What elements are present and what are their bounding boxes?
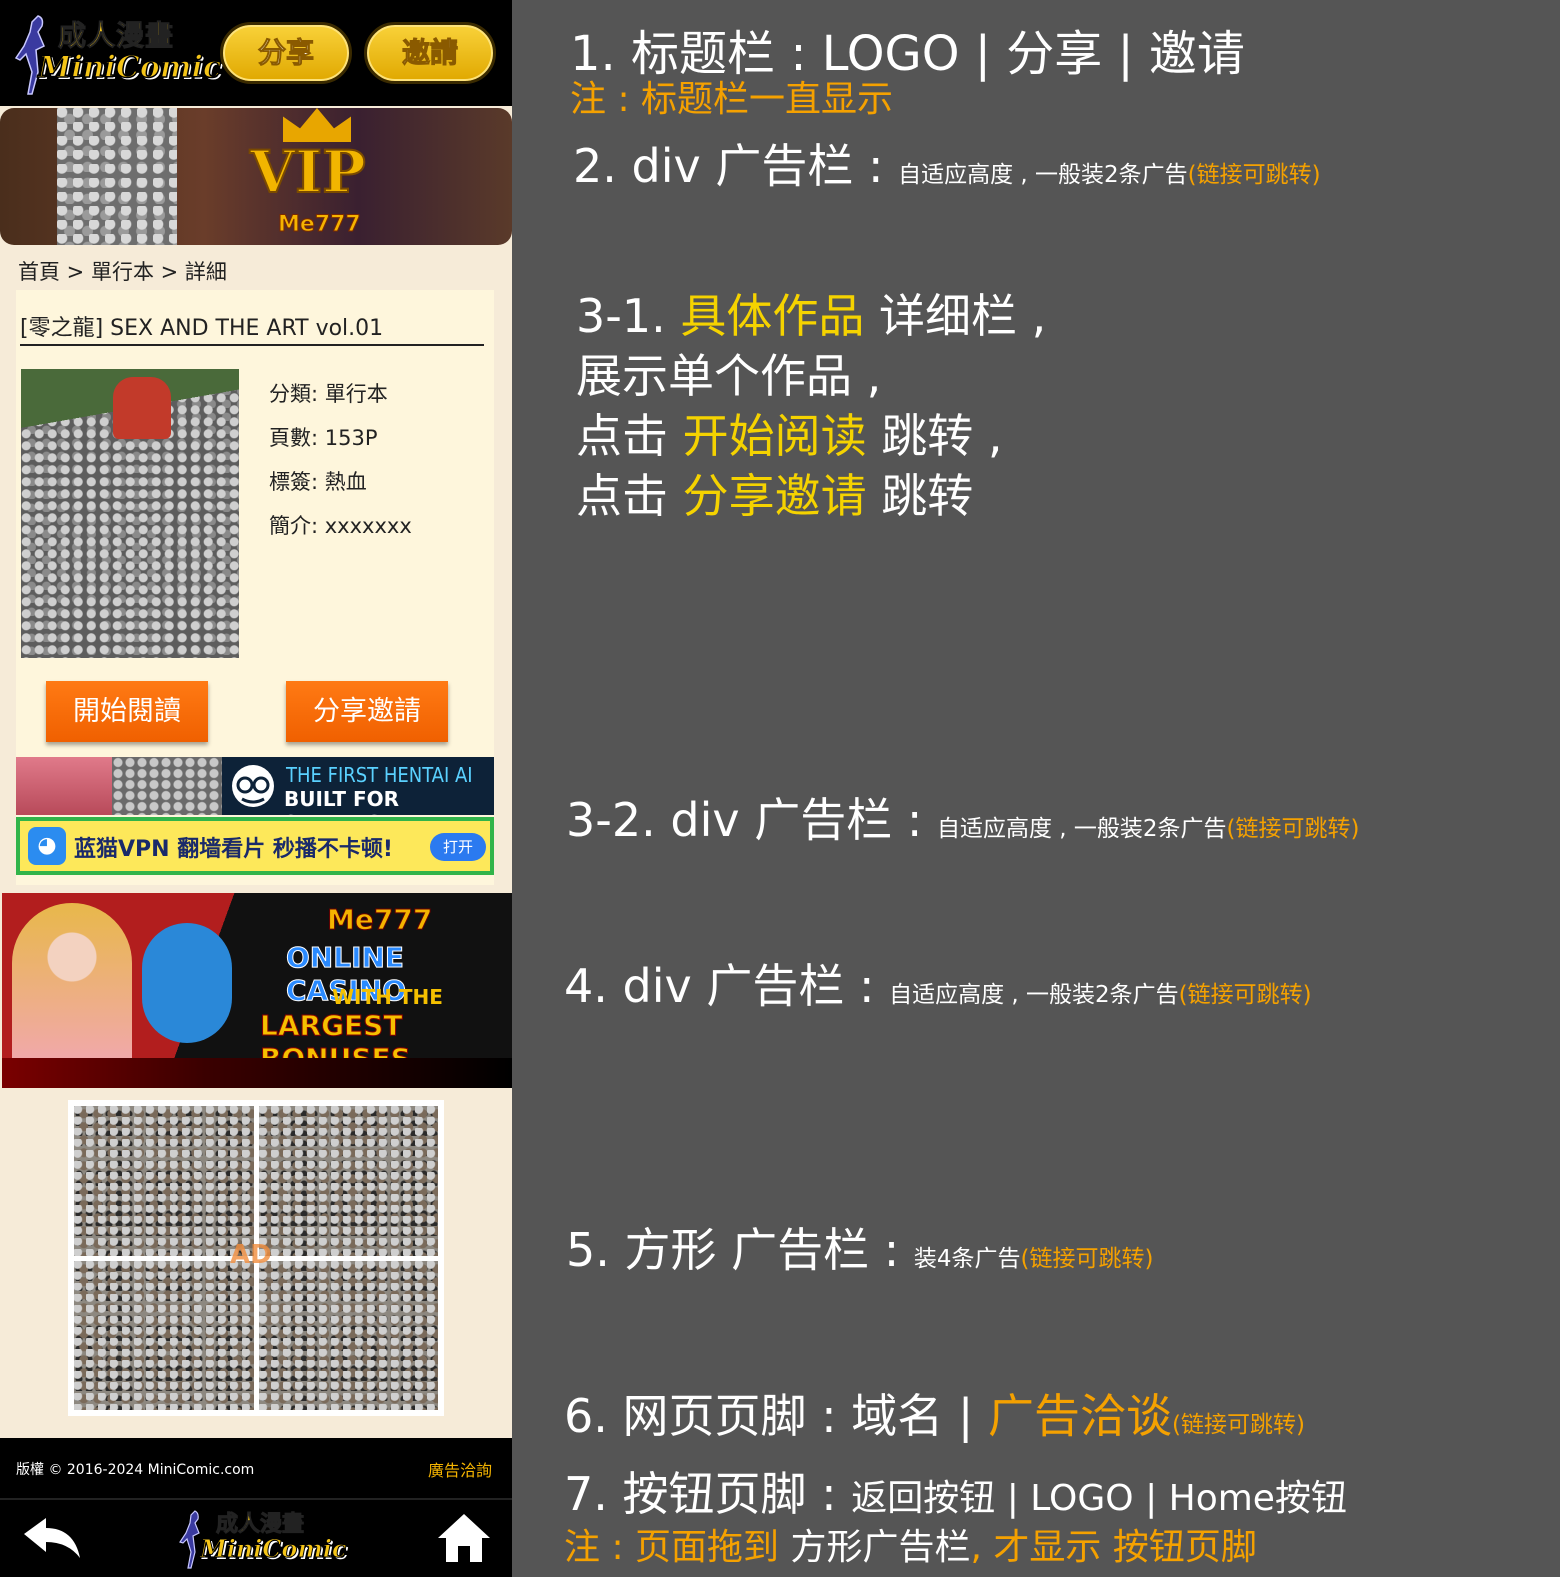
share-invite-button[interactable]: 分享邀請 — [286, 681, 448, 742]
note-small: 自适应高度 , 一般装2条广告 — [898, 162, 1188, 188]
note-line: 3-1. 具体作品 详细栏 , — [576, 286, 1046, 346]
note-button-footer: 7. 按钮页脚 : 返回按钮 | LOGO | Home按钮 — [564, 1458, 1347, 1524]
vpn-ad-banner[interactable]: ◕ 蓝猫VPN 翻墙看片 秒播不卡顿! 打开 — [16, 817, 494, 875]
note-main: 2. div 广告栏 : — [573, 139, 884, 193]
note-page-footer: 6. 网页页脚 : 域名 | 广告洽谈(链接可跳转) — [564, 1380, 1305, 1446]
note-text: 详细栏 , — [879, 289, 1047, 343]
robot-face-icon — [232, 765, 274, 807]
button-footer: 成人漫畫 MiniComic — [0, 1500, 512, 1577]
note-link-hint: (链接可跳转) — [1172, 1412, 1305, 1438]
note-line: 点击 开始阅读 跳转 , — [576, 406, 1046, 466]
note-text: 跳转 , — [881, 409, 1003, 463]
start-reading-button[interactable]: 開始閱讀 — [46, 681, 208, 742]
note-work-detail: 3-1. 具体作品 详细栏 , 展示单个作品 , 点击 开始阅读 跳转 , 点击… — [576, 286, 1046, 526]
vip-text: VIP — [249, 137, 367, 207]
note-highlight: 具体作品 — [680, 289, 865, 343]
work-pages: 頁數: 153P — [269, 426, 378, 450]
note-highlight: 分享邀请 — [682, 469, 867, 523]
page-footer: 版權 © 2016-2024 MiniComic.com 廣告洽詢 — [0, 1438, 512, 1498]
vpn-open-button[interactable]: 打开 — [430, 833, 486, 861]
note-items: 返回按钮 | LOGO | Home按钮 — [851, 1478, 1347, 1519]
note-text: 跳转 — [881, 469, 974, 523]
home-icon[interactable] — [436, 1510, 492, 1566]
casino-coins-strip — [2, 1058, 512, 1088]
note-link-hint: (链接可跳转) — [1226, 816, 1360, 842]
note-highlight: 广告洽谈 — [988, 1389, 1172, 1443]
note-div-ad-1: 2. div 广告栏 : 自适应高度 , 一般装2条广告(链接可跳转) — [573, 130, 1321, 196]
note-div-ad-4: 4. div 广告栏 : 自适应高度 , 一般装2条广告(链接可跳转) — [564, 950, 1312, 1016]
work-category: 分類: 單行本 — [269, 382, 388, 406]
square-ad-mark: AD — [230, 1240, 272, 1270]
cover-person — [113, 377, 171, 439]
note-link-hint: (链接可跳转) — [1020, 1246, 1154, 1272]
note-button-footer-sub: 注 : 页面拖到 方形广告栏, 才显示 按钮页脚 — [564, 1518, 1257, 1570]
title-bar: 成人漫畫 MiniComic 分享 邀請 — [0, 0, 512, 106]
back-arrow-icon[interactable] — [20, 1514, 84, 1564]
work-tags: 標簽: 熱血 — [269, 470, 367, 494]
vpn-ad-text: 蓝猫VPN 翻墙看片 秒播不卡顿! — [74, 837, 393, 862]
cat-icon: ◕ — [28, 827, 66, 865]
ad-pebble-image — [57, 108, 177, 245]
work-detail-card: [零之龍] SEX AND THE ART vol.01 分類: 單行本 頁數:… — [16, 290, 494, 885]
note-link-hint: (链接可跳转) — [1178, 982, 1312, 1008]
share-button[interactable]: 分享 — [220, 22, 352, 84]
square-ad-4[interactable] — [258, 1260, 438, 1410]
footer-logo[interactable]: 成人漫畫 MiniComic — [176, 1506, 347, 1572]
ad-fish-image — [142, 923, 232, 1043]
casino-brand: Me777 — [326, 903, 433, 937]
ai-ad-banner[interactable]: THE FIRST HENTAI AI BUILT FOR SEXTING — [16, 757, 494, 815]
square-ad-1[interactable] — [74, 1106, 254, 1256]
note-main: 5. 方形 广告栏 : — [566, 1223, 900, 1277]
note-square-ad: 5. 方形 广告栏 : 装4条广告(链接可跳转) — [566, 1214, 1153, 1280]
note-text: , 才显示 按钮页脚 — [970, 1527, 1257, 1568]
work-cover-image[interactable] — [21, 369, 239, 658]
note-highlight: 开始阅读 — [682, 409, 867, 463]
ad-brand: Me777 — [278, 212, 362, 238]
note-text: 3-1. — [576, 289, 666, 343]
crown-icon — [283, 108, 351, 142]
ai-ad-line1: THE FIRST HENTAI AI — [286, 763, 473, 787]
breadcrumb[interactable]: 首頁 > 單行本 > 詳細 — [18, 256, 227, 286]
ad-inquiry-link[interactable]: 廣告洽詢 — [428, 1457, 492, 1481]
ad-pebble-image — [112, 757, 222, 815]
note-small: 装4条广告 — [913, 1246, 1021, 1272]
ai-ad-line2: BUILT FOR SEXTING — [284, 787, 400, 815]
note-text: 方形广告栏 — [790, 1527, 971, 1568]
note-line: 点击 分享邀请 跳转 — [576, 466, 1046, 526]
note-title-bar-sub: 注 : 标题栏一直显示 — [570, 79, 894, 120]
casino-ad-banner[interactable]: Me777 ONLINE CASINO WITH THE LARGEST BON… — [2, 893, 512, 1088]
note-small: 自适应高度 , 一般装2条广告 — [889, 982, 1179, 1008]
ad-girl-image — [12, 903, 132, 1083]
casino-line2: WITH THE — [332, 985, 443, 1009]
note-main: 6. 网页页脚 : 域名 | — [564, 1389, 974, 1443]
ad-girl-image — [16, 757, 112, 815]
phone-mockup: 成人漫畫 MiniComic 分享 邀請 VIP Me777 首頁 > 單行本 … — [0, 0, 512, 1577]
copyright-text: 版權 © 2016-2024 MiniComic.com — [16, 1462, 255, 1478]
work-summary: 簡介: xxxxxxx — [269, 514, 412, 538]
note-small: 自适应高度 , 一般装2条广告 — [936, 816, 1227, 842]
footer-logo-en: MiniComic — [199, 1534, 347, 1564]
top-ad-banner[interactable]: VIP Me777 — [0, 108, 512, 245]
square-ad-2[interactable] — [258, 1106, 438, 1256]
logo-en-text: MiniComic — [37, 49, 222, 86]
note-text: 点击 — [576, 409, 668, 463]
work-title: [零之龍] SEX AND THE ART vol.01 — [20, 316, 384, 341]
note-text: 注 : 页面拖到 — [564, 1527, 780, 1568]
site-logo[interactable]: 成人漫畫 MiniComic — [10, 12, 222, 96]
note-link-hint: (链接可跳转) — [1187, 162, 1321, 188]
title-divider — [20, 344, 484, 346]
note-main: 4. div 广告栏 : — [564, 959, 875, 1013]
note-text: 点击 — [576, 469, 668, 523]
logo-cn-text: 成人漫畫 — [57, 19, 175, 53]
note-div-ad-3-2: 3-2. div 广告栏 : 自适应高度 , 一般装2条广告(链接可跳转) — [566, 784, 1359, 850]
note-main: 7. 按钮页脚 : — [564, 1467, 837, 1521]
note-main: 3-2. div 广告栏 : — [566, 793, 923, 847]
square-ad-3[interactable] — [74, 1260, 254, 1410]
invite-button[interactable]: 邀請 — [364, 22, 496, 84]
note-line: 展示单个作品 , — [576, 349, 882, 403]
